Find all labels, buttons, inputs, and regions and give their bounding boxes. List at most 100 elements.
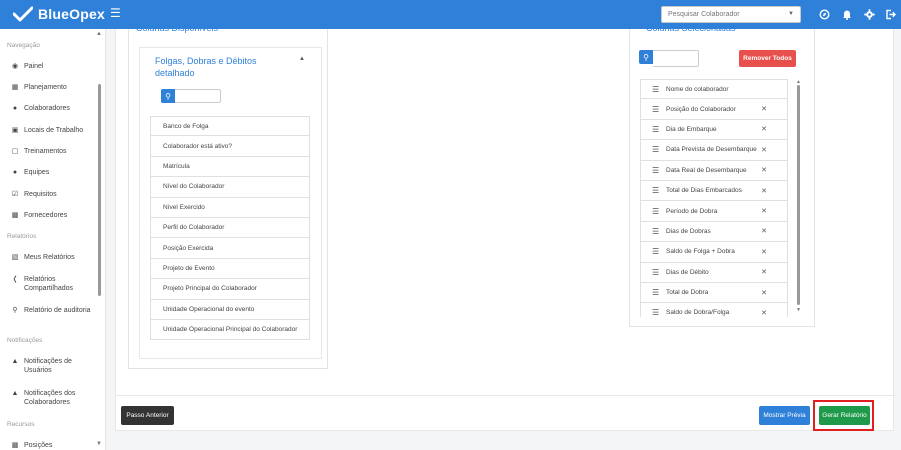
remove-column-icon[interactable]: ✕ <box>761 268 767 276</box>
selected-column-item[interactable]: ☰ Total de Dias Embarcados ✕ <box>640 180 788 202</box>
sidebar-item-painel[interactable]: ◉ Painel <box>11 62 96 71</box>
section-recursos: Recursos <box>7 421 35 428</box>
selected-column-item[interactable]: ☰ Dias de Dobras ✕ <box>640 221 788 243</box>
calendar-icon: ▦ <box>11 84 19 91</box>
dashboard-icon: ◉ <box>11 63 19 70</box>
selected-column-item[interactable]: ☰ Nome do colaborador <box>640 79 788 100</box>
selected-column-item[interactable]: ☰ Saldo de Dobra/Folga ✕ <box>640 303 788 317</box>
team-icon: ● <box>12 169 18 176</box>
sidebar-item-notificacoes-usuarios[interactable]: ▲ Notificações de Usuários <box>11 357 96 375</box>
drag-handle-icon[interactable]: ☰ <box>652 308 666 317</box>
drag-handle-icon[interactable]: ☰ <box>652 145 666 154</box>
drag-handle-icon[interactable]: ☰ <box>652 166 666 175</box>
drag-handle-icon[interactable]: ☰ <box>652 85 666 94</box>
selected-column-label: Posição do Colaborador <box>666 105 736 113</box>
available-column-item[interactable]: Nível Exercido <box>150 197 310 218</box>
drag-handle-icon[interactable]: ☰ <box>652 247 666 256</box>
hamburger-icon[interactable]: ☰ <box>110 7 121 19</box>
selected-column-item[interactable]: ☰ Período de Dobra ✕ <box>640 201 788 222</box>
remove-column-icon[interactable]: ✕ <box>761 227 767 235</box>
selected-search: ⚲ <box>639 50 699 67</box>
drag-handle-icon[interactable]: ☰ <box>652 288 666 297</box>
sidebar-item-posicoes[interactable]: ▩ Posições <box>11 441 96 450</box>
available-column-item[interactable]: Posição Exercida <box>150 238 310 259</box>
remove-column-icon[interactable]: ✕ <box>761 166 767 174</box>
sidebar-item-label: Notificações de Usuários <box>24 358 72 374</box>
brand-name: BlueOpex <box>38 6 105 22</box>
available-column-item[interactable]: Projeto Principal do Colaborador <box>150 279 310 300</box>
drag-handle-icon[interactable]: ☰ <box>652 268 666 277</box>
drag-handle-icon[interactable]: ☰ <box>652 186 666 195</box>
compass-icon[interactable] <box>819 9 830 20</box>
remove-column-icon[interactable]: ✕ <box>761 146 767 154</box>
scroll-down-arrow-icon[interactable]: ▼ <box>96 441 102 447</box>
logout-icon[interactable] <box>885 9 896 20</box>
selected-search-input[interactable] <box>653 50 699 67</box>
sidebar-item-label: Painel <box>24 63 44 70</box>
previous-step-button[interactable]: Passo Anterior <box>121 406 174 425</box>
sidebar-scrollbar[interactable] <box>98 84 101 296</box>
available-column-item[interactable]: Nível do Colaborador <box>150 177 310 198</box>
available-column-item[interactable]: Unidade Operacional do evento <box>150 299 310 320</box>
available-column-item[interactable]: Banco de Folga <box>150 116 310 137</box>
selected-list-scrollbar[interactable] <box>797 85 800 305</box>
remove-column-icon[interactable]: ✕ <box>761 248 767 256</box>
available-column-item[interactable]: Projeto de Evento <box>150 258 310 280</box>
gear-icon[interactable] <box>864 9 875 20</box>
selected-column-item[interactable]: ☰ Saldo de Folga + Dobra ✕ <box>640 242 788 263</box>
selected-columns-card: Colunas Selecionadas ⚲ Remover Todos ☰ N… <box>629 23 815 327</box>
selected-column-item[interactable]: ☰ Dia de Embarque ✕ <box>640 119 788 141</box>
available-group-title[interactable]: Folgas, Dobras e Débitos detalhado <box>155 55 275 79</box>
collapse-caret-icon[interactable]: ▲ <box>299 56 305 62</box>
selected-column-item[interactable]: ☰ Data Real de Desembarque ✕ <box>640 160 788 181</box>
scroll-up-arrow-icon[interactable]: ▲ <box>96 31 102 37</box>
sidebar-item-meus-relatorios[interactable]: ▧ Meus Relatórios <box>11 253 96 262</box>
sidebar-item-fornecedores[interactable]: ▩ Fornecedores <box>11 211 96 220</box>
selected-column-item[interactable]: ☰ Posição do Colaborador ✕ <box>640 99 788 120</box>
remove-column-icon[interactable]: ✕ <box>761 105 767 113</box>
drag-handle-icon[interactable]: ☰ <box>652 125 666 134</box>
sidebar-item-locais[interactable]: ▣ Locais de Trabalho <box>11 126 96 135</box>
selected-column-label: Saldo de Dobra/Folga <box>666 309 730 317</box>
remove-column-icon[interactable]: ✕ <box>761 207 767 215</box>
search-icon[interactable]: ⚲ <box>161 89 175 103</box>
available-column-item[interactable]: Unidade Operacional Principal do Colabor… <box>150 319 310 341</box>
drag-handle-icon[interactable]: ☰ <box>652 207 666 216</box>
sidebar-item-relatorios-compartilhados[interactable]: ❬ Relatórios Compartilhados <box>11 275 96 293</box>
bell-icon[interactable] <box>842 9 852 20</box>
remove-column-icon[interactable]: ✕ <box>761 289 767 297</box>
sidebar-item-label: Relatórios Compartilhados <box>24 276 74 292</box>
show-preview-button[interactable]: Mostrar Prévia <box>759 406 810 425</box>
sidebar-item-colaboradores[interactable]: ● Colaboradores <box>11 104 96 113</box>
drag-handle-icon[interactable]: ☰ <box>652 227 666 236</box>
remove-all-button[interactable]: Remover Todos <box>739 50 796 67</box>
available-column-item[interactable]: Perfil do Colaborador <box>150 217 310 239</box>
remove-column-icon[interactable]: ✕ <box>761 187 767 195</box>
selected-column-label: Total de Dias Embarcados <box>666 187 742 195</box>
search-collaborator-select[interactable]: Pesquisar Colaborador ▼ <box>661 6 801 23</box>
sidebar-item-equipes[interactable]: ● Equipes <box>11 168 96 177</box>
sidebar-item-relatorio-auditoria[interactable]: ⚲ Relatório de auditoria <box>11 306 96 315</box>
selected-column-label: Dias de Dobras <box>666 227 711 235</box>
scroll-down-arrow-icon[interactable]: ▼ <box>796 307 801 313</box>
drag-handle-icon[interactable]: ☰ <box>652 105 666 114</box>
sidebar-item-requisitos[interactable]: ☑ Requisitos <box>11 190 96 199</box>
sidebar-item-treinamentos[interactable]: ▢ Treinamentos <box>11 147 96 156</box>
selected-column-item[interactable]: ☰ Dias de Débito ✕ <box>640 262 788 283</box>
remove-column-icon[interactable]: ✕ <box>761 309 767 317</box>
report-columns-panel: Colunas Disponíveis Folgas, Dobras e Déb… <box>115 23 895 431</box>
available-column-item[interactable]: Matrícula <box>150 156 310 178</box>
bell-icon: ▲ <box>11 358 19 365</box>
brand-logo[interactable]: BlueOpex <box>13 6 105 22</box>
selected-column-item[interactable]: ☰ Total de Dobra ✕ <box>640 282 788 304</box>
available-group-card: Folgas, Dobras e Débitos detalhado ▲ ⚲ B… <box>139 47 322 359</box>
available-column-item[interactable]: Colaborador está ativo? <box>150 136 310 157</box>
sidebar-item-notificacoes-colaboradores[interactable]: ▲ Notificações dos Colaboradores <box>11 389 96 407</box>
sidebar-item-planejamento[interactable]: ▦ Planejamento <box>11 83 96 92</box>
available-search-input[interactable] <box>175 89 221 103</box>
remove-column-icon[interactable]: ✕ <box>761 125 767 133</box>
generate-report-button[interactable]: Gerar Relatório <box>819 406 870 425</box>
selected-column-label: Data Real de Desembarque <box>666 166 747 174</box>
search-icon[interactable]: ⚲ <box>639 50 653 64</box>
selected-column-item[interactable]: ☰ Data Prevista de Desembarque ✕ <box>640 140 788 161</box>
